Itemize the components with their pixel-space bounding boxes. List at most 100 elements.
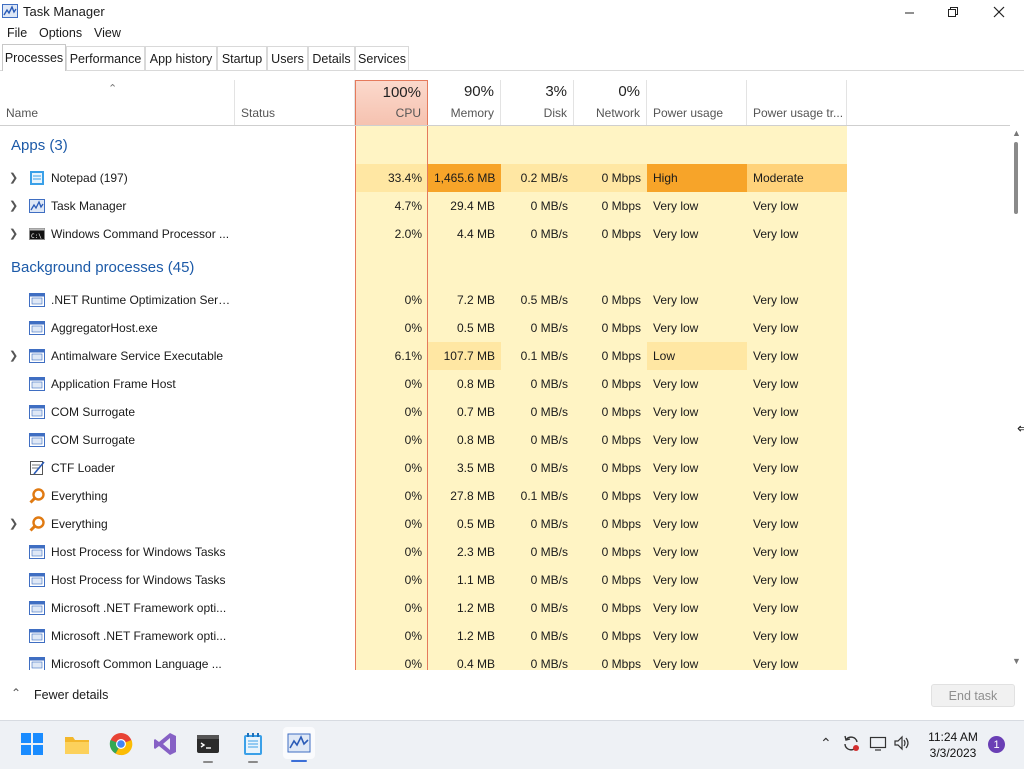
tab-performance[interactable]: Performance (66, 46, 145, 70)
volume-icon[interactable] (893, 734, 911, 755)
taskbar-notepad[interactable] (240, 731, 266, 763)
process-name: Antimalware Service Executable (51, 349, 224, 363)
header-memory[interactable]: 90% Memory (428, 80, 501, 125)
network-cell: 0 Mbps (574, 426, 647, 454)
close-button[interactable] (976, 0, 1022, 24)
cpu-cell: 0% (355, 314, 428, 342)
memory-cell: 0.8 MB (428, 426, 501, 454)
process-row[interactable]: Microsoft .NET Framework opti... 0% 1.2 MB… (0, 622, 1010, 650)
header-cpu[interactable]: 100% CPU (355, 80, 428, 125)
notepad-icon (244, 733, 262, 755)
mouse-cursor-icon: ⇐ (1017, 420, 1024, 436)
process-name: CTF Loader (51, 461, 116, 475)
process-row[interactable]: Application Frame Host 0% 0.8 MB 0 MB/s 0 Mb… (0, 370, 1010, 398)
disk-cell: 0 MB/s (501, 566, 574, 594)
cpu-cell: 0% (355, 622, 428, 650)
menu-options[interactable]: Options (39, 26, 82, 40)
process-row[interactable]: Microsoft Common Language ... 0% 0.4 MB 0 M… (0, 650, 1010, 670)
memory-cell: 1.2 MB (428, 594, 501, 622)
process-row[interactable]: ❯ Antimalware Service Executable 6.1% 107.7… (0, 342, 1010, 370)
taskbar-file-explorer[interactable] (64, 731, 90, 757)
system-clock[interactable]: 11:24 AM 3/3/2023 (920, 729, 986, 761)
process-row[interactable]: Microsoft .NET Framework opti... 0% 1.2 MB… (0, 594, 1010, 622)
heat-cell (574, 126, 647, 164)
cpu-cell: 6.1% (355, 342, 428, 370)
taskbar-chrome[interactable] (108, 731, 134, 757)
expand-chevron-icon[interactable]: ❯ (9, 342, 18, 370)
header-power-usage[interactable]: Power usage (647, 80, 747, 125)
tab-app-history[interactable]: App history (145, 46, 217, 70)
power-trend-cell: Very low (747, 192, 847, 220)
process-row[interactable]: COM Surrogate 0% 0.8 MB 0 MB/s 0 Mbps Very lo… (0, 426, 1010, 454)
cpu-cell: 0% (355, 398, 428, 426)
power-usage-cell: Very low (647, 426, 747, 454)
menu-file[interactable]: File (7, 26, 27, 40)
heat-cell (747, 248, 847, 286)
expand-chevron-icon[interactable]: ❯ (9, 192, 18, 220)
tab-details[interactable]: Details (308, 46, 355, 70)
process-row[interactable]: .NET Runtime Optimization Serv... 0% 7.2 M… (0, 286, 1010, 314)
network-cell: 0 Mbps (574, 314, 647, 342)
tab-startup[interactable]: Startup (217, 46, 267, 70)
expand-chevron-icon[interactable]: ❯ (9, 510, 18, 538)
process-row[interactable]: ❯ Task Manager 4.7% 29.4 MB 0 MB/s 0 Mbps Very… (0, 192, 1010, 220)
power-usage-cell: Very low (647, 314, 747, 342)
network-monitor-icon[interactable] (869, 734, 887, 755)
scroll-down-icon[interactable]: ▼ (1012, 656, 1021, 666)
process-row[interactable]: CTF Loader 0% 3.5 MB 0 MB/s 0 Mbps Very low Ve… (0, 454, 1010, 482)
expand-chevron-icon[interactable]: ❯ (9, 220, 18, 248)
power-usage-cell: Very low (647, 566, 747, 594)
tab-users[interactable]: Users (267, 46, 308, 70)
vertical-scrollbar[interactable]: ▲ ▼ (1010, 126, 1024, 670)
header-name[interactable]: ⌃ Name (0, 80, 235, 125)
memory-cell: 1.1 MB (428, 566, 501, 594)
notification-badge[interactable]: 1 (988, 736, 1005, 753)
power-trend-cell: Very low (747, 454, 847, 482)
show-hidden-icons-chevron-icon[interactable]: ⌃ (820, 735, 832, 752)
process-row[interactable]: COM Surrogate 0% 0.7 MB 0 MB/s 0 Mbps Very lo… (0, 398, 1010, 426)
process-name: Application Frame Host (51, 377, 176, 391)
taskbar-terminal[interactable] (195, 731, 221, 763)
header-power-usage-trend[interactable]: Power usage tr... (747, 80, 847, 125)
heat-cell (355, 126, 428, 164)
network-cell: 0 Mbps (574, 622, 647, 650)
end-task-button[interactable]: End task (931, 684, 1015, 707)
process-row[interactable]: AggregatorHost.exe 0% 0.5 MB 0 MB/s 0 Mbps Ve… (0, 314, 1010, 342)
menu-view[interactable]: View (94, 26, 121, 40)
cpu-cell: 0% (355, 454, 428, 482)
power-usage-cell: Very low (647, 220, 747, 248)
running-indicator (248, 761, 258, 763)
maximize-button[interactable] (930, 0, 976, 24)
minimize-button[interactable] (886, 0, 932, 24)
process-row[interactable]: Host Process for Windows Tasks 0% 2.3 MB 0 … (0, 538, 1010, 566)
heat-cell (574, 248, 647, 286)
process-row[interactable]: ❯ Notepad (197) 33.4% 1,465.6 MB 0.2 MB/s 0 M… (0, 164, 1010, 192)
chevron-up-icon[interactable]: ⌃ (11, 686, 21, 700)
heat-cell (747, 126, 847, 164)
fewer-details-link[interactable]: Fewer details (34, 688, 108, 702)
network-cell: 0 Mbps (574, 398, 647, 426)
process-row[interactable]: Host Process for Windows Tasks 0% 1.1 MB 0 … (0, 566, 1010, 594)
group-title: Apps (3) (11, 137, 68, 154)
process-row[interactable]: ❯ C:\ Windows Command Processor ... 2.0% 4.4… (0, 220, 1010, 248)
disk-cell: 0 MB/s (501, 650, 574, 670)
expand-chevron-icon[interactable]: ❯ (9, 164, 18, 192)
process-row[interactable]: ❯ Everything 0% 0.5 MB 0 MB/s 0 Mbps Very low V… (0, 510, 1010, 538)
sync-icon[interactable] (842, 734, 860, 755)
header-disk[interactable]: 3% Disk (501, 80, 574, 125)
tab-processes[interactable]: Processes (2, 44, 66, 71)
cpu-cell: 33.4% (355, 164, 428, 192)
taskbar-task-manager[interactable] (283, 727, 315, 762)
header-network[interactable]: 0% Network (574, 80, 647, 125)
footer: ⌃ Fewer details End task (0, 672, 1024, 720)
tab-services[interactable]: Services (355, 46, 409, 70)
start-button[interactable] (19, 731, 45, 757)
scroll-up-icon[interactable]: ▲ (1012, 128, 1021, 138)
header-status[interactable]: Status (235, 80, 355, 125)
heat-cell (355, 248, 428, 286)
process-row[interactable]: Everything 0% 27.8 MB 0.1 MB/s 0 Mbps Very lo… (0, 482, 1010, 510)
scrollbar-thumb[interactable] (1014, 142, 1018, 214)
cpu-cell: 0% (355, 482, 428, 510)
network-cell: 0 Mbps (574, 192, 647, 220)
taskbar-visual-studio[interactable] (152, 731, 178, 757)
